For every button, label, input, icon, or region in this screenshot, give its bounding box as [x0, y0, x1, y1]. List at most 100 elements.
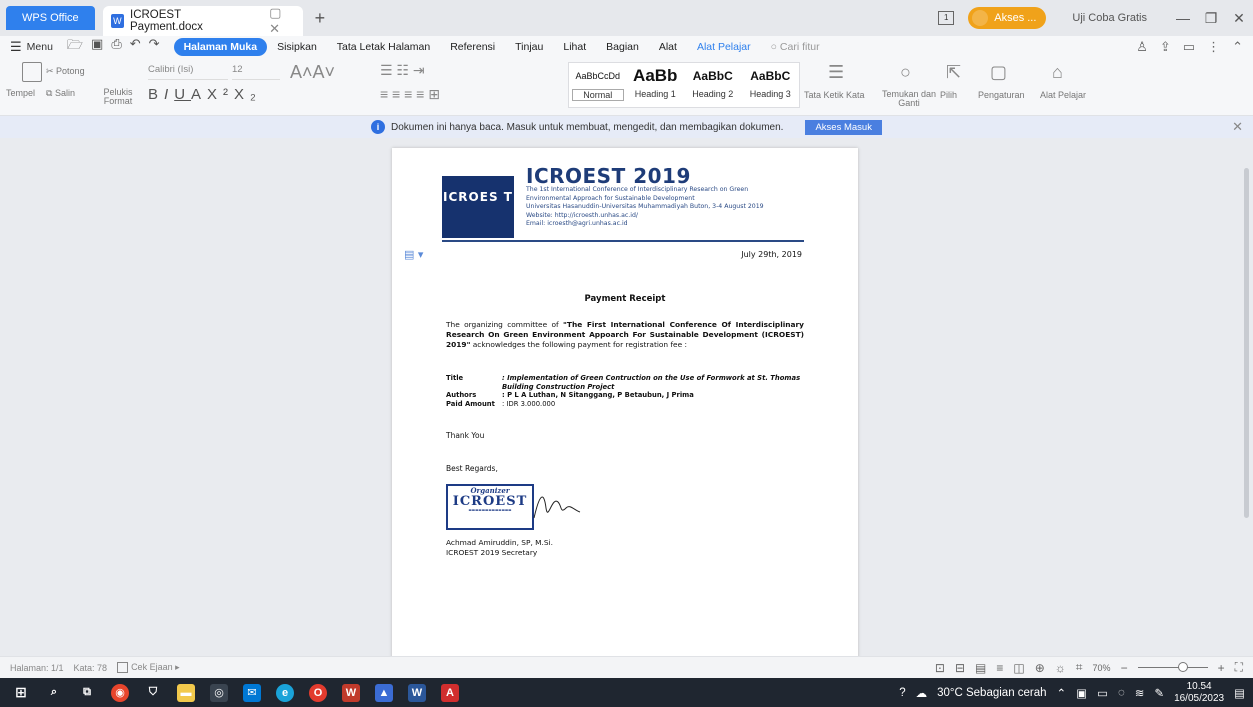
align-icons[interactable]: ≡ ≡ ≡ ≡ ⊞ [380, 86, 440, 103]
view-mode-icon[interactable]: ⊡ [935, 661, 945, 675]
copy-button[interactable]: ⧉ Salin [46, 88, 75, 99]
save-icon[interactable]: ▣ [91, 36, 103, 58]
opera-icon[interactable]: O [309, 683, 327, 702]
security-icon[interactable]: ⛉ [144, 684, 162, 702]
zoom-level[interactable]: 70% [1093, 663, 1111, 673]
redo-icon[interactable]: ↷ [149, 36, 160, 58]
underline-icon[interactable]: U [174, 86, 191, 103]
print-icon[interactable]: ⎙ [111, 36, 121, 58]
format-painter-button[interactable]: Pelukis Format [103, 88, 133, 106]
paste-options-icon[interactable]: ▤ ▾ [404, 248, 423, 261]
select-icon[interactable]: ⇱ [946, 62, 961, 83]
zoom-knob[interactable] [1177, 662, 1188, 672]
settings-label[interactable]: Pengaturan [978, 90, 1025, 100]
font-family-select[interactable]: Calibri (Isi) [148, 64, 228, 80]
export-icon[interactable]: ⇪ [1160, 39, 1171, 55]
chrome-icon[interactable]: ◉ [111, 683, 129, 702]
collapse-ribbon-icon[interactable]: ⌃ [1232, 39, 1243, 55]
tab-alat[interactable]: Alat [649, 41, 687, 53]
fit-page-icon[interactable]: ⌗ [1076, 660, 1083, 675]
notification-icon[interactable]: ▤ [1234, 686, 1245, 700]
font-color-icon[interactable]: A [191, 86, 207, 103]
select-label[interactable]: Pilih [940, 90, 957, 100]
style-heading-3[interactable]: AaBbC Heading 3 [742, 63, 800, 107]
find-replace-label[interactable]: Temukan dan Ganti [880, 90, 938, 108]
document-page[interactable]: ICROES T ICROEST 2019 The 1st Internatio… [392, 148, 858, 656]
tray-app-icon[interactable]: ▣ [1076, 686, 1087, 700]
tab-alat-pelajar[interactable]: Alat Pelajar [687, 41, 761, 53]
tab-referensi[interactable]: Referensi [440, 41, 505, 53]
list-bullets-icon[interactable]: ☰ ☷ ⇥ [380, 62, 425, 79]
akses-account-button[interactable]: Akses ... [968, 7, 1047, 29]
more-icon[interactable]: ⋮ [1207, 39, 1220, 55]
tray-expand-icon[interactable]: ⌃ [1057, 686, 1067, 700]
settings-icon[interactable]: ▢ [990, 62, 1007, 83]
share-icon[interactable]: ♙ [1136, 39, 1148, 55]
pdf-icon[interactable]: A [441, 683, 459, 702]
vertical-scrollbar[interactable] [1241, 138, 1253, 656]
word-icon[interactable]: W [408, 683, 426, 702]
cut-button[interactable]: ✂ Potong [46, 66, 85, 77]
layout-icon[interactable]: ⊟ [955, 661, 965, 675]
tab-tinjau[interactable]: Tinjau [505, 41, 553, 53]
edge-icon[interactable]: e [276, 683, 294, 702]
start-button[interactable]: ⊞ [12, 684, 30, 702]
search-feature-input[interactable]: ○ Cari fitur [771, 41, 820, 53]
open-icon[interactable]: 🗁 [67, 36, 83, 58]
text-layout-label[interactable]: Tata Ketik Kata [804, 90, 865, 100]
close-notice-icon[interactable]: ✕ [1232, 119, 1243, 135]
page-view-icon[interactable]: ▤ [975, 661, 986, 675]
weather-text[interactable]: 30°C Sebagian cerah [937, 687, 1046, 699]
free-trial-link[interactable]: Uji Coba Gratis [1072, 12, 1147, 24]
style-heading-2[interactable]: AaBbC Heading 2 [684, 63, 742, 107]
style-heading-1[interactable]: AaBb Heading 1 [627, 63, 685, 107]
task-view-icon[interactable]: ⧉ [78, 684, 96, 702]
image-viewer-icon[interactable]: ▲ [375, 683, 393, 702]
bold-icon[interactable]: B [148, 86, 164, 103]
outline-view-icon[interactable]: ≡ [996, 661, 1003, 675]
wifi-icon[interactable]: ≋ [1135, 686, 1145, 700]
login-button[interactable]: Akses Masuk [805, 119, 882, 135]
read-view-icon[interactable]: ◫ [1013, 661, 1024, 675]
zoom-slider[interactable] [1137, 662, 1208, 672]
network-icon[interactable]: ◌ [1118, 687, 1125, 699]
text-layout-icon[interactable]: ☰ [828, 62, 844, 83]
restore-button[interactable]: ❐ [1197, 10, 1225, 27]
mail-icon[interactable]: ✉ [243, 683, 261, 702]
fullscreen-icon[interactable]: ⛶ [1235, 660, 1243, 675]
comment-icon[interactable]: ▭ [1183, 39, 1195, 55]
tab-bagian[interactable]: Bagian [596, 41, 649, 53]
undo-icon[interactable]: ↶ [130, 36, 141, 58]
minimize-button[interactable]: — [1169, 10, 1197, 26]
font-grow-icon[interactable]: A˄A˅ [290, 62, 335, 83]
wps-office-tab[interactable]: WPS Office [6, 6, 95, 30]
tab-lihat[interactable]: Lihat [553, 41, 596, 53]
graduation-cap-icon[interactable]: ⌂ [1052, 62, 1063, 83]
search-taskbar-icon[interactable]: ⌕ [45, 684, 63, 702]
help-icon[interactable]: ? [899, 687, 905, 699]
subscript-icon[interactable]: X₂ [234, 86, 262, 103]
camera-icon[interactable]: ◎ [210, 683, 228, 702]
close-window-button[interactable]: ✕ [1225, 10, 1253, 27]
menu-button[interactable]: ☰ Menu [10, 39, 53, 55]
document-canvas[interactable]: ICROES T ICROEST 2019 The 1st Internatio… [0, 138, 1253, 656]
system-clock[interactable]: 10.54 16/05/2023 [1174, 681, 1224, 705]
study-tools-label[interactable]: Alat Pelajar [1040, 90, 1086, 100]
spell-check-button[interactable]: Cek Ejaan ▸ [117, 662, 180, 674]
italic-icon[interactable]: I [164, 86, 174, 103]
paste-button[interactable] [22, 62, 42, 82]
superscript-icon[interactable]: X² [207, 86, 234, 103]
eye-protect-icon[interactable]: ☼ [1055, 661, 1066, 675]
web-view-icon[interactable]: ⊕ [1035, 661, 1045, 675]
find-icon[interactable]: ○ [900, 62, 911, 83]
battery-icon[interactable]: ▭ [1097, 686, 1108, 700]
tab-sisipkan[interactable]: Sisipkan [267, 41, 327, 53]
window-layout-icon[interactable]: 1 [938, 11, 955, 25]
pen-icon[interactable]: ✎ [1154, 686, 1164, 700]
zoom-in-button[interactable]: + [1218, 661, 1225, 675]
tab-halaman-muka[interactable]: Halaman Muka [173, 38, 268, 56]
tab-close-icon[interactable]: ▢ ✕ [269, 5, 295, 37]
document-tab[interactable]: W ICROEST Payment.docx ▢ ✕ [102, 5, 303, 37]
wps-icon[interactable]: W [342, 683, 360, 702]
tab-tata-letak[interactable]: Tata Letak Halaman [327, 41, 440, 53]
